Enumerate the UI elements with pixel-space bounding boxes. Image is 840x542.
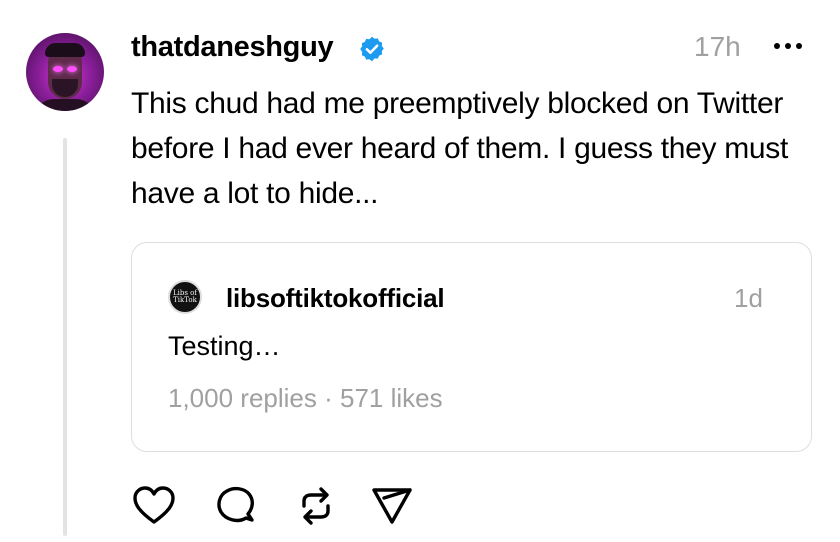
quoted-text: Testing… — [168, 331, 281, 361]
avatar-eye-left — [53, 66, 63, 72]
heart-icon — [133, 486, 175, 524]
avatar[interactable] — [26, 33, 104, 111]
reply-button[interactable] — [214, 484, 258, 528]
quoted-timestamp: 1d — [734, 283, 763, 313]
quoted-avatar[interactable]: Libs of TikTok — [168, 280, 202, 314]
quoted-post-card[interactable]: Libs of TikTok libsoftiktokofficial 1d T… — [131, 242, 812, 452]
share-button[interactable] — [370, 484, 414, 528]
avatar-hair — [45, 43, 85, 57]
more-options-icon[interactable] — [772, 38, 804, 54]
comment-icon — [217, 486, 254, 523]
post-timestamp: 17h — [694, 31, 741, 62]
avatar-shirt — [34, 99, 96, 111]
post-username[interactable]: thatdaneshguy — [131, 31, 334, 64]
repost-icon — [302, 487, 330, 525]
post-text: This chud had me preemptively blocked on… — [131, 87, 789, 210]
repost-button[interactable] — [294, 484, 338, 528]
thread-line — [63, 138, 67, 536]
like-button[interactable] — [132, 484, 176, 528]
avatar-eye-right — [67, 66, 77, 72]
send-icon — [372, 488, 412, 524]
quoted-stats[interactable]: 1,000 replies · 571 likes — [168, 383, 443, 414]
quoted-avatar-logo: Libs of TikTok — [173, 289, 197, 304]
verified-badge-icon — [360, 36, 384, 62]
quoted-username[interactable]: libsoftiktokofficial — [226, 283, 445, 314]
